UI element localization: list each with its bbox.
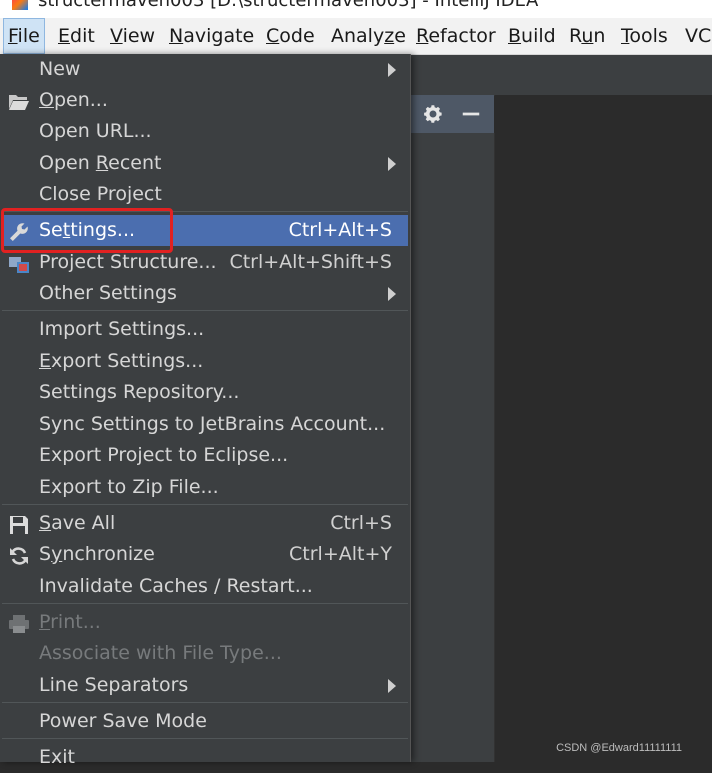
minus-icon[interactable] (460, 103, 482, 125)
title-bar: structermaven003 [D:\structermaven003] -… (0, 0, 712, 18)
submenu-arrow-icon (388, 287, 396, 301)
menu-separator (2, 738, 408, 739)
menu-item-invalidate-caches-restart[interactable]: Invalidate Caches / Restart... (2, 571, 408, 602)
menu-item-export-project-to-eclipse[interactable]: Export Project to Eclipse... (2, 440, 408, 471)
print-icon (8, 613, 30, 633)
menu-item-label: Sync Settings to JetBrains Account... (39, 413, 386, 435)
menu-item-label: Power Save Mode (39, 710, 207, 732)
menu-item-export-settings[interactable]: Export Settings... (2, 346, 408, 377)
shortcut-label: Ctrl+Alt+Shift+S (229, 251, 392, 273)
menu-item-export-to-zip-file[interactable]: Export to Zip File... (2, 472, 408, 503)
menu-run[interactable]: Run (569, 18, 605, 54)
menu-code[interactable]: Code (266, 18, 315, 54)
gear-icon[interactable] (422, 103, 444, 125)
menu-item-label: Export to Zip File... (39, 476, 219, 498)
menu-separator (2, 603, 408, 604)
tool-window-header (410, 95, 494, 133)
menu-item-power-save-mode[interactable]: Power Save Mode (2, 706, 408, 737)
project-structure-icon (8, 253, 30, 273)
menu-item-label: Synchronize (39, 543, 155, 565)
menu-item-label: Print... (39, 611, 101, 633)
menu-item-exit[interactable]: Exit (2, 742, 408, 773)
menu-build[interactable]: Build (508, 18, 556, 54)
menu-item-open-recent[interactable]: Open Recent (2, 148, 408, 179)
menu-item-label: Invalidate Caches / Restart... (39, 575, 313, 597)
menu-separator (2, 310, 408, 311)
menu-analyze[interactable]: Analyze (331, 18, 406, 54)
settings-highlight-annotation (1, 208, 173, 253)
menu-navigate[interactable]: Navigate (169, 18, 254, 54)
menu-item-synchronize[interactable]: Synchronize Ctrl+Alt+Y (2, 539, 408, 570)
menu-item-new[interactable]: New (2, 54, 408, 85)
menu-item-settings-repository[interactable]: Settings Repository... (2, 377, 408, 408)
menu-item-label: Settings Repository... (39, 381, 240, 403)
save-all-icon (8, 514, 30, 534)
menu-separator (2, 702, 408, 703)
menu-item-label: Open URL... (39, 120, 152, 142)
menu-tools[interactable]: Tools (621, 18, 668, 54)
menu-view[interactable]: View (110, 18, 155, 54)
shortcut-label: Ctrl+Alt+S (288, 219, 392, 241)
synchronize-icon (8, 545, 30, 565)
editor-tab-strip (410, 55, 712, 96)
menu-item-label: Open... (39, 89, 108, 111)
menu-edit[interactable]: Edit (58, 18, 95, 54)
menu-item-label: Exit (39, 746, 75, 768)
menu-item-other-settings[interactable]: Other Settings (2, 278, 408, 309)
menu-item-sync-settings-to-jetbrains-account[interactable]: Sync Settings to JetBrains Account... (2, 409, 408, 440)
menu-item-print[interactable]: Print... (2, 607, 408, 638)
menu-item-open[interactable]: Open... (2, 85, 408, 116)
intellij-idea-icon (12, 0, 28, 10)
menu-separator (2, 504, 408, 505)
menu-item-label: Export Settings... (39, 350, 204, 372)
menu-item-label: Import Settings... (39, 318, 205, 340)
menu-item-save-all[interactable]: Save All Ctrl+S (2, 508, 408, 539)
menu-item-label: Associate with File Type... (39, 642, 282, 664)
menu-item-label: Line Separators (39, 674, 189, 696)
menu-item-label: Open Recent (39, 152, 162, 174)
menu-item-label: New (39, 58, 81, 80)
menu-item-label: Export Project to Eclipse... (39, 444, 289, 466)
submenu-arrow-icon (388, 679, 396, 693)
folder-open-icon (8, 91, 30, 111)
editor-area (495, 95, 712, 762)
menu-vcs[interactable]: VCS (685, 18, 712, 54)
submenu-arrow-icon (388, 63, 396, 77)
menu-item-line-separators[interactable]: Line Separators (2, 670, 408, 701)
menu-item-import-settings[interactable]: Import Settings... (2, 314, 408, 345)
menu-file[interactable]: File (3, 18, 45, 54)
menu-item-associate-with-file-type[interactable]: Associate with File Type... (2, 638, 408, 669)
file-menu: New Open... Open URL... Open Recent Close Pr… (0, 54, 411, 768)
menu-item-close-project[interactable]: Close Project (2, 179, 408, 210)
menu-refactor[interactable]: Refactor (416, 18, 496, 54)
shortcut-label: Ctrl+Alt+Y (289, 543, 392, 565)
menu-bar: File Edit View Navigate Code Analyze Refactor B… (0, 18, 712, 55)
submenu-arrow-icon (388, 157, 396, 171)
project-tool-window (410, 133, 495, 762)
menu-item-label: Save All (39, 512, 116, 534)
window-title: structermaven003 [D:\structermaven003] -… (38, 0, 539, 11)
shortcut-label: Ctrl+S (330, 512, 392, 534)
watermark: CSDN @Edward11111111 (556, 742, 682, 754)
menu-item-label: Other Settings (39, 282, 177, 304)
menu-item-label: Close Project (39, 183, 162, 205)
menu-item-open-url[interactable]: Open URL... (2, 116, 408, 147)
